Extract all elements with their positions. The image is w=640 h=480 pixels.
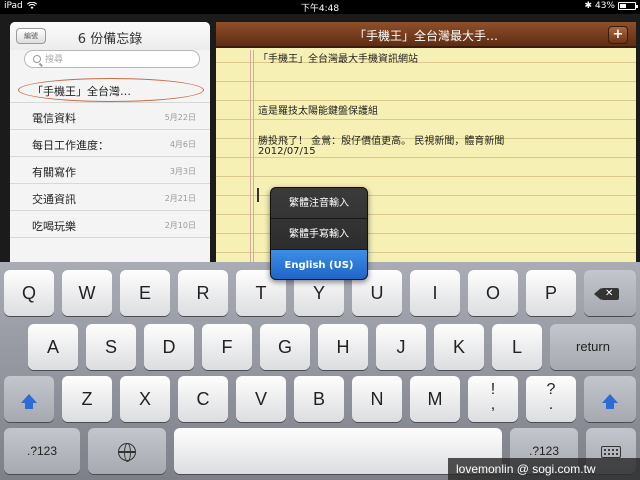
shift-key-right[interactable] xyxy=(584,376,636,422)
key-b[interactable]: B xyxy=(294,376,344,422)
battery-icon xyxy=(618,2,638,10)
key-comma-exclaim[interactable]: ! , xyxy=(468,376,518,422)
status-right: ✱ 43% xyxy=(584,1,638,11)
key-k[interactable]: K xyxy=(434,324,484,370)
list-item[interactable]: 吃喝玩樂 2月10日 xyxy=(10,211,210,238)
key-z[interactable]: Z xyxy=(62,376,112,422)
note-title: 「手機王」全台灣… xyxy=(32,85,131,98)
search-box[interactable] xyxy=(24,50,200,68)
key-j[interactable]: J xyxy=(376,324,426,370)
input-method-zhuyin[interactable]: 繁體注音輸入 xyxy=(271,188,367,219)
input-method-handwriting[interactable]: 繁體手寫輸入 xyxy=(271,219,367,250)
note-title-bar: 「手機王」全台灣最大手… xyxy=(353,29,498,43)
key-h[interactable]: H xyxy=(318,324,368,370)
note-title: 吃喝玩樂 xyxy=(32,220,76,233)
note-date: 2月21日 xyxy=(164,194,196,203)
key-i[interactable]: I xyxy=(410,270,460,316)
note-text-line: 這是羅技太陽能鍵盤保護組 xyxy=(258,106,378,117)
shift-icon xyxy=(602,394,618,409)
key-w[interactable]: W xyxy=(62,270,112,316)
key-l[interactable]: L xyxy=(492,324,542,370)
note-text-line: 勝投飛了！ 金鶯：殷仔價值更高。 民視新聞，體育新聞 xyxy=(258,136,505,147)
key-s[interactable]: S xyxy=(86,324,136,370)
key-p[interactable]: P xyxy=(526,270,576,316)
key-o[interactable]: O xyxy=(468,270,518,316)
shift-key-left[interactable] xyxy=(4,376,54,422)
notes-list: 「手機王」全台灣… 電信資料 5月22日 每日工作進度： 4月6日 有關寫作 3… xyxy=(10,76,210,238)
status-bar: iPad 下午4:48 ✱ 43% xyxy=(0,0,640,14)
clock: 下午4:48 xyxy=(300,4,340,14)
note-date: 5月22日 xyxy=(164,113,196,122)
note-date: 2月10日 xyxy=(164,221,196,230)
globe-key[interactable] xyxy=(88,428,166,474)
notes-sidebar: 編號 6 份備忘錄 「手機王」全台灣… 電信資料 5月22日 每日工作進度： 4… xyxy=(10,22,210,262)
key-top-char: ? xyxy=(546,381,556,398)
key-n[interactable]: N xyxy=(352,376,402,422)
key-c[interactable]: C xyxy=(178,376,228,422)
numbers-key-left[interactable]: .?123 xyxy=(4,428,80,474)
note-text-line: 2012/07/15 xyxy=(258,146,316,157)
note-title: 有關寫作 xyxy=(32,166,76,179)
note-text-line: 「手機王」全台灣最大手機資訊網站 xyxy=(258,54,418,65)
globe-icon xyxy=(118,443,136,463)
input-method-english[interactable]: English (US) xyxy=(271,250,367,279)
battery-fill xyxy=(620,4,627,8)
margin-line xyxy=(253,50,254,262)
search-input[interactable] xyxy=(45,53,191,66)
note-header: 「手機王」全台灣最大手… + xyxy=(216,22,636,48)
input-method-menu: 繁體注音輸入 繁體手寫輸入 English (US) xyxy=(270,187,368,280)
key-top-char: ! xyxy=(490,381,496,398)
list-item[interactable]: 交通資訊 2月21日 xyxy=(10,184,210,211)
on-screen-keyboard: Q W E R T Y U I O P A S D F G H J K L re… xyxy=(0,262,640,480)
list-item[interactable]: 電信資料 5月22日 xyxy=(10,103,210,130)
delete-icon xyxy=(594,286,619,302)
search-bar xyxy=(24,50,200,72)
key-g[interactable]: G xyxy=(260,324,310,370)
sidebar-title: 6 份備忘錄 xyxy=(77,32,143,47)
sidebar-header: 編號 6 份備忘錄 xyxy=(10,22,210,50)
return-key[interactable]: return xyxy=(550,324,636,370)
watermark: lovemonlin @ sogi.com.tw xyxy=(448,458,640,480)
note-title: 每日工作進度： xyxy=(32,139,109,152)
key-v[interactable]: V xyxy=(236,376,286,422)
key-x[interactable]: X xyxy=(120,376,170,422)
key-bottom-char: . xyxy=(548,396,554,413)
note-title: 電信資料 xyxy=(32,112,76,125)
list-item[interactable]: 有關寫作 3月3日 xyxy=(10,157,210,184)
delete-key[interactable] xyxy=(584,270,636,316)
shift-icon xyxy=(21,394,37,409)
key-m[interactable]: M xyxy=(410,376,460,422)
note-item-selected[interactable]: 「手機王」全台灣… xyxy=(10,76,210,103)
key-q[interactable]: Q xyxy=(4,270,54,316)
key-e[interactable]: E xyxy=(120,270,170,316)
key-period-question[interactable]: ? . xyxy=(526,376,576,422)
margin-line xyxy=(250,50,251,262)
note-title: 交通資訊 xyxy=(32,193,76,206)
key-bottom-char: , xyxy=(490,396,496,413)
note-date: 4月6日 xyxy=(169,140,196,149)
add-note-button[interactable]: + xyxy=(608,26,628,44)
key-f[interactable]: F xyxy=(202,324,252,370)
bluetooth-icon: ✱ xyxy=(584,1,592,11)
battery-percent: 43% xyxy=(594,1,615,11)
note-date: 3月3日 xyxy=(169,167,196,176)
list-item[interactable]: 每日工作進度： 4月6日 xyxy=(10,130,210,157)
keyboard-icon xyxy=(601,446,621,459)
search-icon xyxy=(33,55,41,63)
key-r[interactable]: R xyxy=(178,270,228,316)
key-d[interactable]: D xyxy=(144,324,194,370)
text-caret xyxy=(257,188,259,202)
key-a[interactable]: A xyxy=(28,324,78,370)
